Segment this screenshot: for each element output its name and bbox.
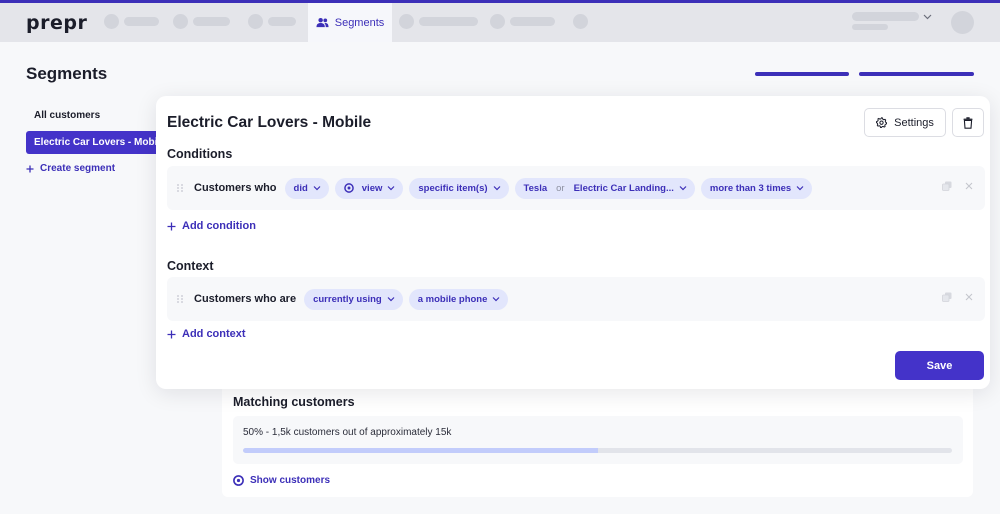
gear-icon — [876, 117, 888, 128]
sidebar-item-all-customers[interactable]: All customers — [34, 110, 100, 121]
add-context-label: Add context — [182, 328, 246, 340]
close-icon[interactable] — [965, 182, 973, 190]
save-button[interactable]: Save — [895, 351, 984, 380]
trash-icon — [963, 116, 973, 129]
header-action-placeholder[interactable] — [859, 72, 974, 76]
header-action-placeholder[interactable] — [755, 72, 849, 76]
duplicate-icon[interactable] — [942, 292, 952, 302]
eye-icon — [343, 183, 354, 193]
plus-icon — [167, 222, 176, 230]
context-device-dropdown[interactable]: a mobile phone — [408, 288, 509, 310]
chevron-down-icon — [796, 186, 804, 191]
create-segment-link[interactable]: Create segment — [26, 163, 115, 174]
drag-handle-icon[interactable] — [177, 294, 183, 304]
nav-placeholder-icon[interactable] — [173, 14, 188, 29]
tab-segments-label: Segments — [334, 16, 385, 29]
matching-customers-panel: Matching customers 50% - 1,5k customers … — [222, 380, 973, 497]
nav-placeholder-label[interactable] — [419, 17, 478, 26]
condition-row-label: Customers who — [194, 182, 277, 194]
segment-title: Electric Car Lovers - Mobile — [167, 114, 372, 131]
nav-placeholder-label[interactable] — [124, 17, 159, 26]
event-dropdown[interactable]: view — [334, 177, 404, 199]
add-context-link[interactable]: Add context — [167, 328, 246, 340]
context-device-value: a mobile phone — [417, 293, 488, 305]
action-verb-dropdown[interactable]: did — [284, 177, 329, 199]
prepr-logo[interactable]: prepr — [26, 12, 87, 34]
nav-placeholder-icon[interactable] — [104, 14, 119, 29]
settings-label: Settings — [894, 116, 934, 129]
matching-summary-box: 50% - 1,5k customers out of approximatel… — [233, 416, 963, 464]
chevron-down-icon — [493, 186, 500, 191]
chevron-down-icon — [387, 297, 395, 302]
nav-placeholder-icon[interactable] — [399, 14, 414, 29]
nav-placeholder-icon[interactable] — [573, 14, 588, 29]
frequency-dropdown[interactable]: more than 3 times — [700, 177, 813, 199]
add-condition-label: Add condition — [182, 220, 256, 232]
account-role-placeholder — [852, 24, 888, 30]
drag-handle-icon[interactable] — [177, 183, 183, 193]
condition-row: Customers who did view specific item(s) … — [167, 166, 985, 210]
event-value: view — [361, 182, 383, 194]
plus-icon — [167, 330, 176, 338]
context-title: Context — [167, 259, 214, 273]
top-nav-bar: prepr Segments — [0, 3, 1000, 42]
item-b-value: Electric Car Landing... — [573, 182, 674, 194]
account-chevron-down-icon[interactable] — [923, 14, 932, 20]
close-icon[interactable] — [965, 293, 973, 301]
items-dropdown[interactable]: Tesla or Electric Car Landing... — [514, 177, 695, 199]
page-title: Segments — [26, 64, 108, 83]
matching-progress-fill — [243, 448, 598, 453]
create-segment-label: Create segment — [40, 163, 116, 174]
users-icon — [316, 17, 329, 28]
matching-customers-title: Matching customers — [233, 395, 355, 409]
segment-editor-card: Electric Car Lovers - Mobile Settings Co… — [156, 96, 990, 389]
nav-placeholder-icon[interactable] — [248, 14, 263, 29]
delete-segment-button[interactable] — [952, 108, 984, 137]
avatar[interactable] — [951, 11, 974, 34]
chevron-down-icon — [492, 297, 500, 302]
frequency-value: more than 3 times — [709, 182, 792, 194]
action-verb-value: did — [293, 182, 308, 194]
nav-placeholder-label[interactable] — [510, 17, 555, 26]
chevron-down-icon — [679, 186, 687, 191]
show-customers-label: Show customers — [250, 475, 331, 486]
context-state-dropdown[interactable]: currently using — [304, 288, 403, 310]
eye-icon — [233, 475, 244, 486]
nav-placeholder-icon[interactable] — [490, 14, 505, 29]
tab-segments[interactable]: Segments — [308, 3, 392, 42]
matching-summary-text: 50% - 1,5k customers out of approximatel… — [243, 427, 452, 438]
settings-button[interactable]: Settings — [864, 108, 946, 137]
chevron-down-icon — [387, 186, 395, 191]
show-customers-link[interactable]: Show customers — [233, 475, 330, 486]
nav-placeholder-label[interactable] — [193, 17, 230, 26]
sidebar-item-electric-car-lovers-mobile[interactable]: Electric Car Lovers - Mobile — [26, 131, 166, 154]
matching-progress-bar — [243, 448, 952, 453]
conditions-title: Conditions — [167, 147, 233, 161]
nav-placeholder-label[interactable] — [268, 17, 296, 26]
or-separator: or — [556, 182, 565, 194]
plus-icon — [26, 165, 34, 172]
account-name-placeholder[interactable] — [852, 12, 919, 21]
duplicate-icon[interactable] — [942, 181, 952, 191]
add-condition-link[interactable]: Add condition — [167, 220, 256, 232]
context-row: Customers who are currently using a mobi… — [167, 277, 985, 321]
item-a-value: Tesla — [523, 182, 548, 194]
context-state-value: currently using — [313, 293, 382, 305]
chevron-down-icon — [313, 186, 321, 191]
context-row-label: Customers who are — [194, 293, 297, 305]
target-value: specific item(s) — [418, 182, 488, 194]
target-dropdown[interactable]: specific item(s) — [409, 177, 509, 199]
